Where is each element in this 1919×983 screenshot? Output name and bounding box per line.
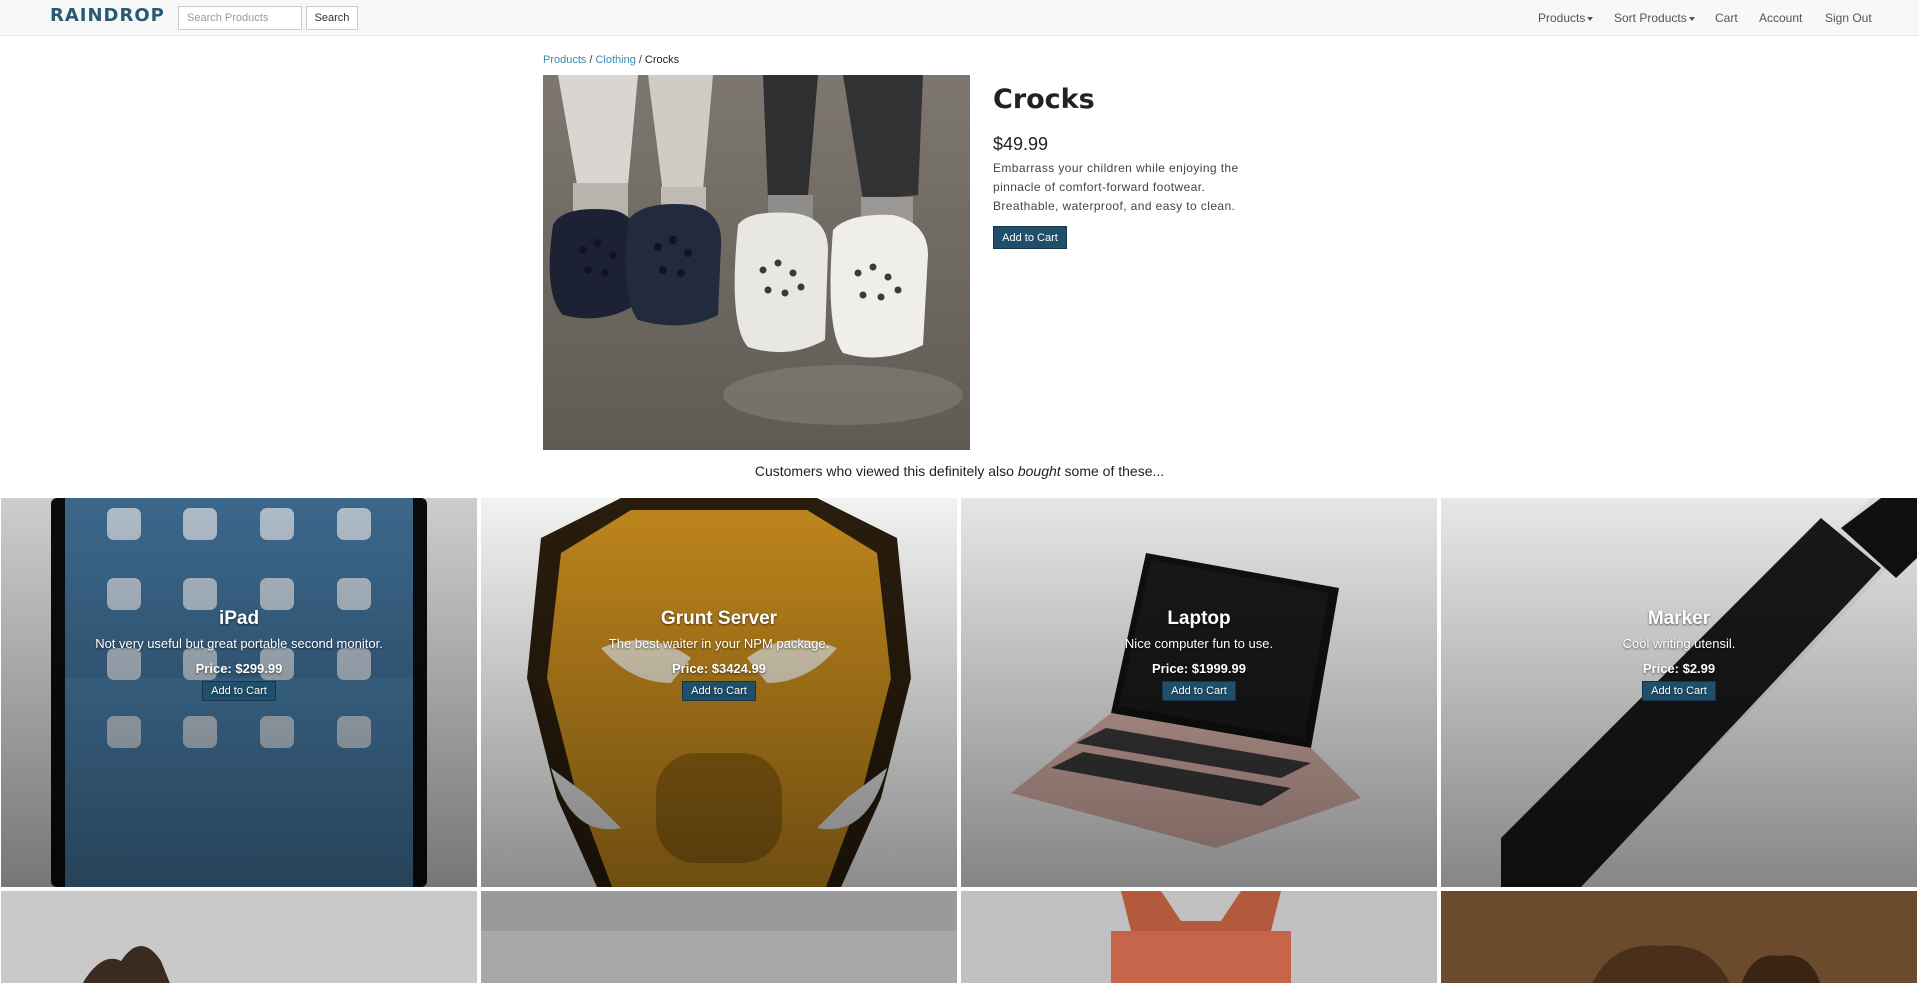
card-price: Price: $299.99	[195, 661, 283, 676]
breadcrumb-separator: /	[638, 54, 642, 66]
card-title: Laptop	[1167, 608, 1231, 629]
card-price: Price: $2.99	[1642, 661, 1716, 676]
caret-down-icon	[1587, 16, 1594, 21]
card-title: Grunt Server	[660, 608, 778, 629]
card-caption: Marker Cool writing utensil. Price: $2.9…	[1441, 608, 1917, 701]
card-description: Cool writing utensil.	[1622, 636, 1736, 651]
add-to-cart-button[interactable]: Add to Cart	[993, 226, 1067, 249]
product-price: $49.99	[993, 134, 1049, 154]
card-description: Not very useful but great portable secon…	[95, 636, 383, 651]
card-price: Price: $3424.99	[672, 661, 766, 676]
navbar: RAINDROP Search Products Sort Products C…	[0, 0, 1919, 36]
product-card-marker[interactable]: Marker Cool writing utensil. Price: $2.9…	[1441, 498, 1917, 887]
card-add-to-cart-button[interactable]: Add to Cart	[1162, 681, 1236, 701]
product-card-row2-3[interactable]	[961, 891, 1437, 983]
breadcrumb-products-link[interactable]: Products	[543, 54, 586, 66]
nav-sign-out-link[interactable]: Sign Out	[1825, 11, 1872, 25]
nav-account-link[interactable]: Account	[1759, 11, 1802, 25]
recommendations-heading: Customers who viewed this definitely als…	[0, 463, 1919, 479]
card-title: Marker	[1647, 608, 1711, 629]
nav-products-label: Products	[1538, 11, 1586, 25]
card-add-to-cart-button[interactable]: Add to Cart	[682, 681, 756, 701]
product-title: Crocks	[993, 84, 1095, 115]
search-input[interactable]	[178, 6, 302, 30]
nav-products-dropdown[interactable]: Products	[1538, 11, 1594, 25]
breadcrumb-separator: /	[589, 54, 593, 66]
card-caption: Laptop Nice computer fun to use. Price: …	[961, 608, 1437, 701]
nav-sort-products-label: Sort Products	[1614, 11, 1687, 25]
card-description: The best waiter in your NPM package.	[608, 636, 830, 651]
breadcrumb: Products / Clothing / Crocks	[543, 54, 679, 66]
card-price: Price: $1999.99	[1152, 661, 1246, 676]
product-card-row2-4[interactable]	[1441, 891, 1917, 983]
product-description: Embarrass your children while enjoying t…	[993, 161, 1239, 213]
recommendations-heading-after: some of these...	[1060, 463, 1165, 479]
product-card-row2-2[interactable]	[481, 891, 957, 983]
caret-down-icon	[1688, 16, 1695, 21]
product-card-grunt-server[interactable]: Grunt Server The best waiter in your NPM…	[481, 498, 957, 887]
recommendations-heading-em: bought	[1017, 463, 1061, 479]
card-title: iPad	[218, 608, 260, 629]
nav-sort-products-dropdown[interactable]: Sort Products	[1614, 11, 1695, 25]
card-caption: Grunt Server The best waiter in your NPM…	[481, 608, 957, 701]
card-add-to-cart-button[interactable]: Add to Cart	[202, 681, 276, 701]
nav-cart-link[interactable]: Cart	[1715, 11, 1738, 25]
product-image	[543, 75, 970, 450]
breadcrumb-current: Crocks	[644, 54, 680, 66]
brand-logo[interactable]: RAINDROP	[50, 5, 165, 26]
product-card-row2-1[interactable]	[1, 891, 477, 983]
breadcrumb-clothing-link[interactable]: Clothing	[595, 54, 635, 66]
card-caption: iPad Not very useful but great portable …	[1, 608, 477, 701]
product-card-laptop[interactable]: Laptop Nice computer fun to use. Price: …	[961, 498, 1437, 887]
recommendations-heading-before: Customers who viewed this definitely als…	[754, 463, 1018, 479]
card-description: Nice computer fun to use.	[1124, 636, 1274, 651]
product-card-ipad[interactable]: iPad Not very useful but great portable …	[1, 498, 477, 887]
search-button[interactable]: Search	[306, 6, 358, 30]
card-add-to-cart-button[interactable]: Add to Cart	[1642, 681, 1716, 701]
